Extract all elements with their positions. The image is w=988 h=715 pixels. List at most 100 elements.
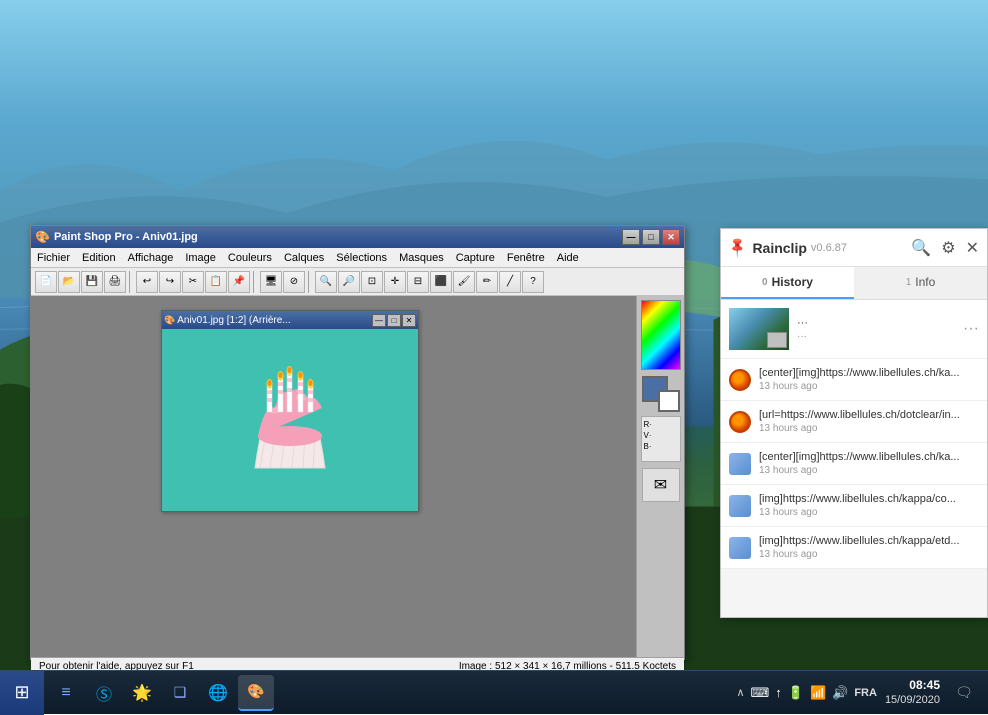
color-palette-thumb [641,300,681,370]
tab-history[interactable]: 0 History [721,267,854,299]
taskbar-skype[interactable]: Ⓢ [86,675,122,711]
psp-content: 🎨 Aniv01.jpg [1:2] (Arrière... — □ ✕ [31,296,684,657]
notification-btn[interactable]: 🗨 [948,677,980,709]
clip-item[interactable]: [img]https://www.libellules.ch/kappa/etd… [721,527,987,569]
taskbar-icons: ≡ Ⓢ 🌟 ❑ 🌐 🎨 [44,675,278,711]
tb-print[interactable]: 🖨 [104,271,126,293]
tb-crop[interactable]: ⊡ [361,271,383,293]
notification-icon: 🗨 [955,684,973,701]
clip-preview: [img]https://www.libellules.ch/kappa/etd… [759,535,979,547]
menu-selections[interactable]: Sélections [330,250,393,266]
psp-minimize-btn[interactable]: — [622,229,640,245]
tray-network[interactable]: 📶 [810,685,826,701]
rainclip-search-btn[interactable]: 🔍 [911,238,931,258]
taskbar-folder[interactable]: 🌟 [124,675,160,711]
psp-title-icon: 🎨 [35,230,50,244]
menu-fenetre[interactable]: Fenêtre [501,250,551,266]
tb-new[interactable]: 📄 [35,271,57,293]
color-selector[interactable] [642,376,680,412]
tab-info[interactable]: 1 Info [854,267,987,299]
clip-preview: [img]https://www.libellules.ch/kappa/co.… [759,493,979,505]
menu-capture[interactable]: Capture [450,250,501,266]
tb-resize[interactable]: ⊟ [407,271,429,293]
psp-title-text: Paint Shop Pro - Aniv01.jpg [54,231,618,243]
psp-window: 🎨 Paint Shop Pro - Aniv01.jpg — □ ✕ Fich… [30,225,685,660]
clip-preview: [center][img]https://www.libellules.ch/k… [759,367,979,379]
skype-icon: Ⓢ [96,681,112,705]
tb-paste[interactable]: 📌 [228,271,250,293]
clip-content: [center][img]https://www.libellules.ch/k… [759,451,979,476]
folder-icon [729,495,751,517]
tray-chevron[interactable]: ∧ [736,686,744,699]
tool-icon[interactable]: ✉ [642,468,680,502]
inner-titlebar[interactable]: 🎨 Aniv01.jpg [1:2] (Arrière... — □ ✕ [162,311,418,329]
pin-icon[interactable]: 📌 [726,235,750,259]
tray-upload[interactable]: ↑ [775,685,782,700]
tray-lang[interactable]: FRA [854,687,877,699]
tb-open[interactable]: 📂 [58,271,80,293]
clip-preview: [url=https://www.libellules.ch/dotclear/… [759,409,979,421]
tray-keyboard[interactable]: ⌨ [751,685,770,701]
psp-window-controls: — □ ✕ [622,229,680,245]
folder-icon [729,537,751,559]
clip-item[interactable]: ··· ··· ··· [721,300,987,359]
windows-logo: ⊞ [14,682,29,703]
tray-volume[interactable]: 🔊 [832,685,848,701]
menu-image[interactable]: Image [179,250,222,266]
taskbar-browser[interactable]: 🌐 [200,675,236,711]
psp-close-btn[interactable]: ✕ [662,229,680,245]
folder-icon: 🌟 [132,683,152,703]
tb-zoom-out[interactable]: 🔎 [338,271,360,293]
clip-item[interactable]: [center][img]https://www.libellules.ch/k… [721,359,987,401]
start-button[interactable]: ⊞ [0,671,44,715]
tb-save[interactable]: 💾 [81,271,103,293]
tb-zoom-in[interactable]: 🔍 [315,271,337,293]
psp-maximize-btn[interactable]: □ [642,229,660,245]
inner-close[interactable]: ✕ [402,314,416,327]
rainclip-title-text: Rainclip [752,240,806,256]
rainclip-close-btn[interactable]: ✕ [966,238,979,258]
menu-aide[interactable]: Aide [551,250,585,266]
tray-battery[interactable]: 🔋 [788,685,804,701]
taskbar-sys-tray: ∧ ⌨ ↑ 🔋 📶 🔊 FRA [736,685,877,701]
tb-sep1 [129,271,133,293]
clip-time: 13 hours ago [759,549,979,560]
inner-maximize[interactable]: □ [387,314,401,327]
menu-calques[interactable]: Calques [278,250,330,266]
tb-move[interactable]: ✛ [384,271,406,293]
rgb-indicator: R· V· B· [641,416,681,462]
inner-icon: 🎨 [164,315,175,326]
tb-copy[interactable]: 📋 [205,271,227,293]
tasks-icon: ❑ [174,684,187,701]
inner-minimize[interactable]: — [372,314,386,327]
tb-brush[interactable]: 🖌 [453,271,475,293]
tb-undo[interactable]: ↩ [136,271,158,293]
taskbar-tasks[interactable]: ❑ [162,675,198,711]
clip-more-btn[interactable]: ··· [963,320,979,338]
psp-titlebar[interactable]: 🎨 Paint Shop Pro - Aniv01.jpg — □ ✕ [31,226,684,248]
taskbar-clock[interactable]: 08:45 15/09/2020 [885,678,940,708]
menu-fichier[interactable]: Fichier [31,250,76,266]
tb-line[interactable]: ╱ [499,271,521,293]
menu-affichage[interactable]: Affichage [122,250,180,266]
tb-no[interactable]: ⊘ [283,271,305,293]
tb-redo[interactable]: ↪ [159,271,181,293]
clip-item[interactable]: [center][img]https://www.libellules.ch/k… [721,443,987,485]
clip-item[interactable]: [img]https://www.libellules.ch/kappa/co.… [721,485,987,527]
tb-pencil[interactable]: ✏ [476,271,498,293]
clip-preview: ··· [797,317,955,329]
tb-cut[interactable]: ✂ [182,271,204,293]
rainclip-settings-btn[interactable]: ⚙ [941,238,955,258]
tb-help[interactable]: ? [522,271,544,293]
folder-icon [729,453,751,475]
tb-sep3 [308,271,312,293]
taskbar-psp[interactable]: 🎨 [238,675,274,711]
tb-more1[interactable]: ⬛ [430,271,452,293]
clip-item[interactable]: [url=https://www.libellules.ch/dotclear/… [721,401,987,443]
tb-monitor[interactable]: 🖥 [260,271,282,293]
menu-couleurs[interactable]: Couleurs [222,250,278,266]
rainclip-window: 📌 Rainclip v0.6.87 🔍 ⚙ ✕ 0 History 1 Inf… [720,228,988,618]
menu-masques[interactable]: Masques [393,250,450,266]
taskbar-search[interactable]: ≡ [48,675,84,711]
menu-edition[interactable]: Edition [76,250,122,266]
